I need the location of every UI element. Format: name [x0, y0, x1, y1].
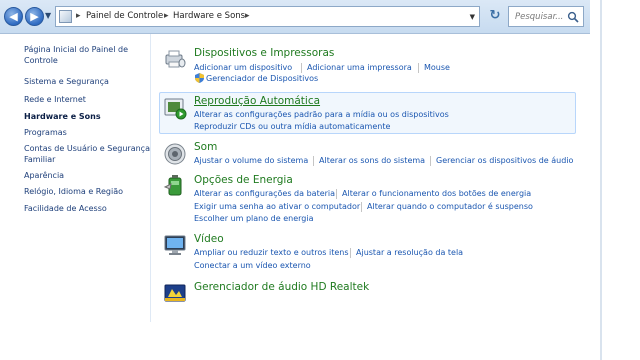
- link-separator: [313, 156, 314, 166]
- devices-printers-title[interactable]: Dispositivos e Impressoras: [194, 47, 334, 60]
- manage-audio-devices-link[interactable]: Gerenciar os dispositivos de áudio: [436, 155, 573, 166]
- autoplay-icon: [164, 98, 187, 120]
- link-separator: [301, 63, 302, 73]
- background-divider: [600, 0, 602, 360]
- sidebar-item-user-accounts-cont[interactable]: Familiar: [24, 154, 55, 165]
- screen: ◀ ▶ ▼ ▸ Painel de Controle ▸ Hardware e …: [0, 0, 640, 360]
- speaker-icon: [164, 143, 186, 165]
- change-battery-settings-link[interactable]: Alterar as configurações da bateria: [194, 188, 335, 199]
- sidebar-item-network-internet[interactable]: Rede e Internet: [24, 94, 86, 105]
- realtek-audio-icon: [164, 284, 186, 302]
- adjust-system-volume-link[interactable]: Ajustar o volume do sistema: [194, 155, 308, 166]
- add-device-link[interactable]: Adicionar um dispositivo: [194, 62, 292, 73]
- play-cds-automatically-link[interactable]: Reproduzir CDs ou outra mídia automatica…: [194, 121, 390, 132]
- power-options-title[interactable]: Opções de Energia: [194, 174, 293, 187]
- breadcrumb-chevron-icon[interactable]: ▸: [245, 9, 250, 23]
- breadcrumb-hardware-sound[interactable]: Hardware e Sons: [173, 10, 245, 23]
- link-separator: [361, 202, 362, 212]
- sound-title[interactable]: Som: [194, 141, 217, 154]
- device-manager-link[interactable]: Gerenciador de Dispositivos: [206, 73, 318, 84]
- refresh-icon[interactable]: ↻: [487, 8, 503, 24]
- pane-divider: [150, 34, 151, 322]
- breadcrumb-chevron-icon[interactable]: ▸: [76, 9, 81, 23]
- choose-power-plan-link[interactable]: Escolher um plano de energia: [194, 213, 314, 224]
- address-dropdown-icon[interactable]: ▼: [470, 13, 475, 21]
- link-separator: [430, 156, 431, 166]
- breadcrumb-chevron-icon[interactable]: ▸: [164, 9, 169, 23]
- make-text-larger-smaller-link[interactable]: Ampliar ou reduzir texto e outros itens: [194, 247, 349, 258]
- change-power-buttons-link[interactable]: Alterar o funcionamento dos botões de en…: [342, 188, 531, 199]
- add-printer-link[interactable]: Adicionar uma impressora: [307, 62, 412, 73]
- sidebar-item-hardware-sound[interactable]: Hardware e Sons: [24, 111, 101, 122]
- require-password-on-wake-link[interactable]: Exigir uma senha ao ativar o computador: [194, 201, 360, 212]
- forward-arrow-icon[interactable]: ▶: [25, 7, 44, 26]
- link-separator: [418, 63, 419, 73]
- recent-pages-dropdown-icon[interactable]: ▼: [45, 12, 53, 20]
- display-title[interactable]: Vídeo: [194, 233, 224, 246]
- monitor-icon: [164, 235, 186, 255]
- search-input[interactable]: Pesquisar...: [508, 6, 584, 27]
- connect-external-display-link[interactable]: Conectar a um vídeo externo: [194, 260, 311, 271]
- address-bar[interactable]: ▸ Painel de Controle ▸ Hardware e Sons ▸…: [55, 6, 480, 27]
- autoplay-title[interactable]: Reprodução Automática: [194, 95, 320, 108]
- change-system-sounds-link[interactable]: Alterar os sons do sistema: [319, 155, 425, 166]
- sidebar-item-appearance[interactable]: Aparência: [24, 170, 64, 181]
- sidebar-item-programs[interactable]: Programas: [24, 127, 67, 138]
- sidebar-item-system-security[interactable]: Sistema e Segurança: [24, 76, 109, 87]
- sidebar-item-control-panel-home-cont[interactable]: Controle: [24, 55, 58, 66]
- realtek-audio-manager-title[interactable]: Gerenciador de áudio HD Realtek: [194, 281, 369, 294]
- desktop-area-right: [590, 0, 640, 360]
- change-default-media-settings-link[interactable]: Alterar as configurações padrão para a m…: [194, 109, 449, 120]
- link-separator: [336, 189, 337, 199]
- mouse-link[interactable]: Mouse: [424, 62, 450, 73]
- desktop-area: [0, 322, 590, 360]
- control-panel-window: ◀ ▶ ▼ ▸ Painel de Controle ▸ Hardware e …: [0, 0, 590, 322]
- devices-printers-icon: [165, 50, 186, 68]
- link-separator: [350, 248, 351, 258]
- battery-power-icon: [163, 175, 182, 196]
- sidebar-item-user-accounts[interactable]: Contas de Usuário e Segurança: [24, 143, 150, 154]
- adjust-screen-resolution-link[interactable]: Ajustar a resolução da tela: [356, 247, 463, 258]
- search-placeholder: Pesquisar...: [515, 12, 564, 22]
- sidebar-item-control-panel-home[interactable]: Página Inicial do Painel de: [24, 44, 128, 55]
- sidebar-item-clock-language-region[interactable]: Relógio, Idioma e Região: [24, 186, 123, 197]
- sidebar: Página Inicial do Painel de Controle Sis…: [0, 34, 150, 322]
- back-arrow-icon[interactable]: ◀: [4, 7, 23, 26]
- breadcrumb-control-panel[interactable]: Painel de Controle: [86, 10, 163, 23]
- control-panel-icon: [59, 10, 72, 23]
- change-sleep-time-link[interactable]: Alterar quando o computador é suspenso: [367, 201, 533, 212]
- search-icon[interactable]: [567, 11, 579, 23]
- navigation-bar: ◀ ▶ ▼ ▸ Painel de Controle ▸ Hardware e …: [0, 0, 590, 34]
- sidebar-item-ease-of-access[interactable]: Facilidade de Acesso: [24, 203, 107, 214]
- uac-shield-icon: [195, 73, 204, 83]
